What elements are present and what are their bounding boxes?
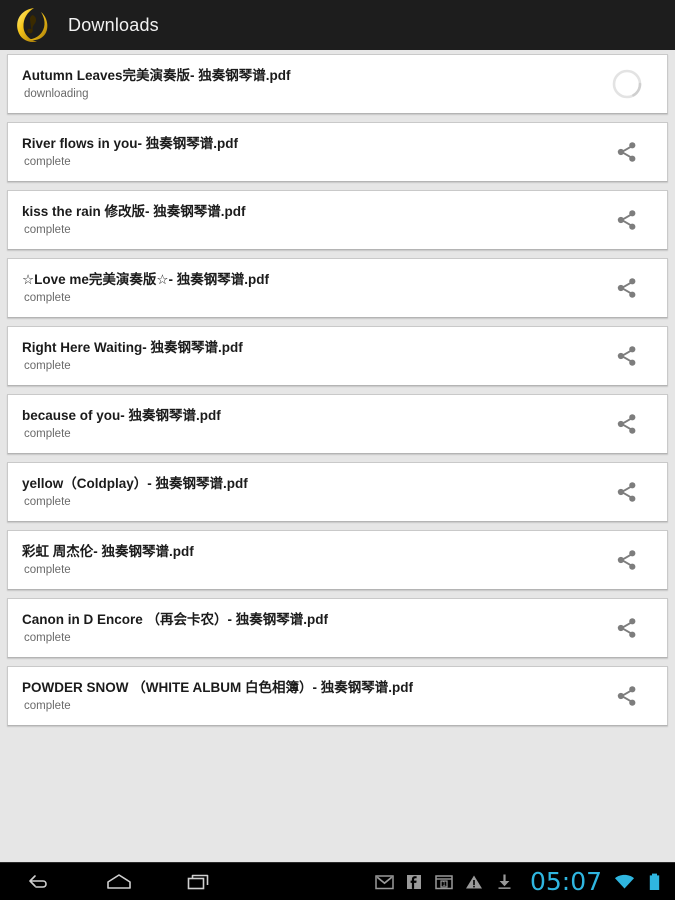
- download-row-text: Autumn Leaves完美演奏版- 独奏钢琴谱.pdf downloading: [22, 66, 599, 102]
- recents-button[interactable]: [182, 867, 216, 897]
- share-button[interactable]: [599, 668, 655, 724]
- download-row-text: Right Here Waiting- 独奏钢琴谱.pdf complete: [22, 338, 599, 374]
- download-row[interactable]: Right Here Waiting- 独奏钢琴谱.pdf complete: [7, 326, 668, 386]
- home-button[interactable]: [102, 867, 136, 897]
- share-button[interactable]: [599, 600, 655, 656]
- download-progress: [599, 56, 655, 112]
- download-title: 彩虹 周杰伦- 独奏钢琴谱.pdf: [22, 544, 194, 559]
- share-icon: [617, 482, 636, 502]
- download-title: kiss the rain 修改版- 独奏钢琴谱.pdf: [22, 204, 246, 219]
- download-row[interactable]: Autumn Leaves完美演奏版- 独奏钢琴谱.pdf downloading: [7, 54, 668, 114]
- calendar-day-label: 1: [443, 881, 447, 888]
- share-icon: [617, 210, 636, 230]
- share-icon: [617, 414, 636, 434]
- download-row-text: Canon in D Encore （再会卡农）- 独奏钢琴谱.pdf compl…: [22, 610, 599, 646]
- download-row-text: kiss the rain 修改版- 独奏钢琴谱.pdf complete: [22, 202, 599, 238]
- back-arrow-icon: [29, 874, 47, 888]
- download-row-text: because of you- 独奏钢琴谱.pdf complete: [22, 406, 599, 442]
- page-title: Downloads: [68, 14, 159, 35]
- share-icon: [617, 346, 636, 366]
- download-row[interactable]: because of you- 独奏钢琴谱.pdf complete: [7, 394, 668, 454]
- download-row[interactable]: POWDER SNOW （WHITE ALBUM 白色相簿）- 独奏钢琴谱.pd…: [7, 666, 668, 726]
- download-status: complete: [24, 360, 71, 372]
- download-row-text: yellow（Coldplay）- 独奏钢琴谱.pdf complete: [22, 474, 599, 510]
- share-icon: [617, 550, 636, 570]
- download-title: POWDER SNOW （WHITE ALBUM 白色相簿）- 独奏钢琴谱.pd…: [22, 680, 413, 695]
- download-title: River flows in you- 独奏钢琴谱.pdf: [22, 136, 239, 151]
- download-row-text: ☆Love me完美演奏版☆- 独奏钢琴谱.pdf complete: [22, 270, 599, 306]
- share-button[interactable]: [599, 396, 655, 452]
- progress-spinner-icon: [612, 69, 642, 99]
- share-icon: [617, 618, 636, 638]
- download-title: Autumn Leaves完美演奏版- 独奏钢琴谱.pdf: [22, 68, 291, 83]
- download-status: complete: [24, 496, 71, 508]
- download-list[interactable]: Autumn Leaves完美演奏版- 独奏钢琴谱.pdf downloading…: [0, 50, 675, 862]
- battery-full-icon: [644, 871, 665, 892]
- calendar-icon: 1: [434, 871, 455, 892]
- share-icon: [617, 686, 636, 706]
- app-bar: Downloads: [0, 0, 675, 50]
- warning-triangle-icon: [464, 871, 485, 892]
- download-row[interactable]: yellow（Coldplay）- 独奏钢琴谱.pdf complete: [7, 462, 668, 522]
- share-button[interactable]: [599, 464, 655, 520]
- status-tray: 1 05:07: [374, 869, 675, 894]
- download-row[interactable]: kiss the rain 修改版- 独奏钢琴谱.pdf complete: [7, 190, 668, 250]
- download-title: Right Here Waiting- 独奏钢琴谱.pdf: [22, 340, 243, 355]
- share-button[interactable]: [599, 124, 655, 180]
- download-status: complete: [24, 428, 71, 440]
- gmail-icon: [374, 871, 395, 892]
- share-button[interactable]: [599, 260, 655, 316]
- download-status: complete: [24, 224, 71, 236]
- download-row[interactable]: ☆Love me完美演奏版☆- 独奏钢琴谱.pdf complete: [7, 258, 668, 318]
- wifi-icon: [614, 871, 635, 892]
- download-arrow-icon: [494, 871, 515, 892]
- share-icon: [617, 142, 636, 162]
- share-button[interactable]: [599, 532, 655, 588]
- download-title: because of you- 独奏钢琴谱.pdf: [22, 408, 221, 423]
- download-row[interactable]: Canon in D Encore （再会卡农）- 独奏钢琴谱.pdf compl…: [7, 598, 668, 658]
- download-title: Canon in D Encore （再会卡农）- 独奏钢琴谱.pdf: [22, 612, 328, 627]
- download-status: complete: [24, 632, 71, 644]
- share-icon: [617, 278, 636, 298]
- download-status: complete: [24, 156, 71, 168]
- download-status: complete: [24, 700, 71, 712]
- home-icon: [107, 873, 131, 889]
- download-title: ☆Love me完美演奏版☆- 独奏钢琴谱.pdf: [22, 272, 269, 287]
- download-status: downloading: [24, 88, 89, 100]
- download-status: complete: [24, 292, 71, 304]
- share-button[interactable]: [599, 192, 655, 248]
- download-row-text: River flows in you- 独奏钢琴谱.pdf complete: [22, 134, 599, 170]
- status-clock: 05:07: [529, 867, 602, 896]
- download-row[interactable]: 彩虹 周杰伦- 独奏钢琴谱.pdf complete: [7, 530, 668, 590]
- download-status: complete: [24, 564, 71, 576]
- nav-button-group: [0, 867, 216, 897]
- facebook-icon: [404, 871, 425, 892]
- music-note-logo-icon: [12, 5, 50, 45]
- download-title: yellow（Coldplay）- 独奏钢琴谱.pdf: [22, 476, 248, 491]
- share-button[interactable]: [599, 328, 655, 384]
- download-row[interactable]: River flows in you- 独奏钢琴谱.pdf complete: [7, 122, 668, 182]
- recent-apps-icon: [187, 874, 209, 889]
- back-button[interactable]: [22, 867, 56, 897]
- download-row-text: POWDER SNOW （WHITE ALBUM 白色相簿）- 独奏钢琴谱.pd…: [22, 678, 599, 714]
- download-row-text: 彩虹 周杰伦- 独奏钢琴谱.pdf complete: [22, 542, 599, 578]
- system-navigation-bar: 1 05:07: [0, 862, 675, 900]
